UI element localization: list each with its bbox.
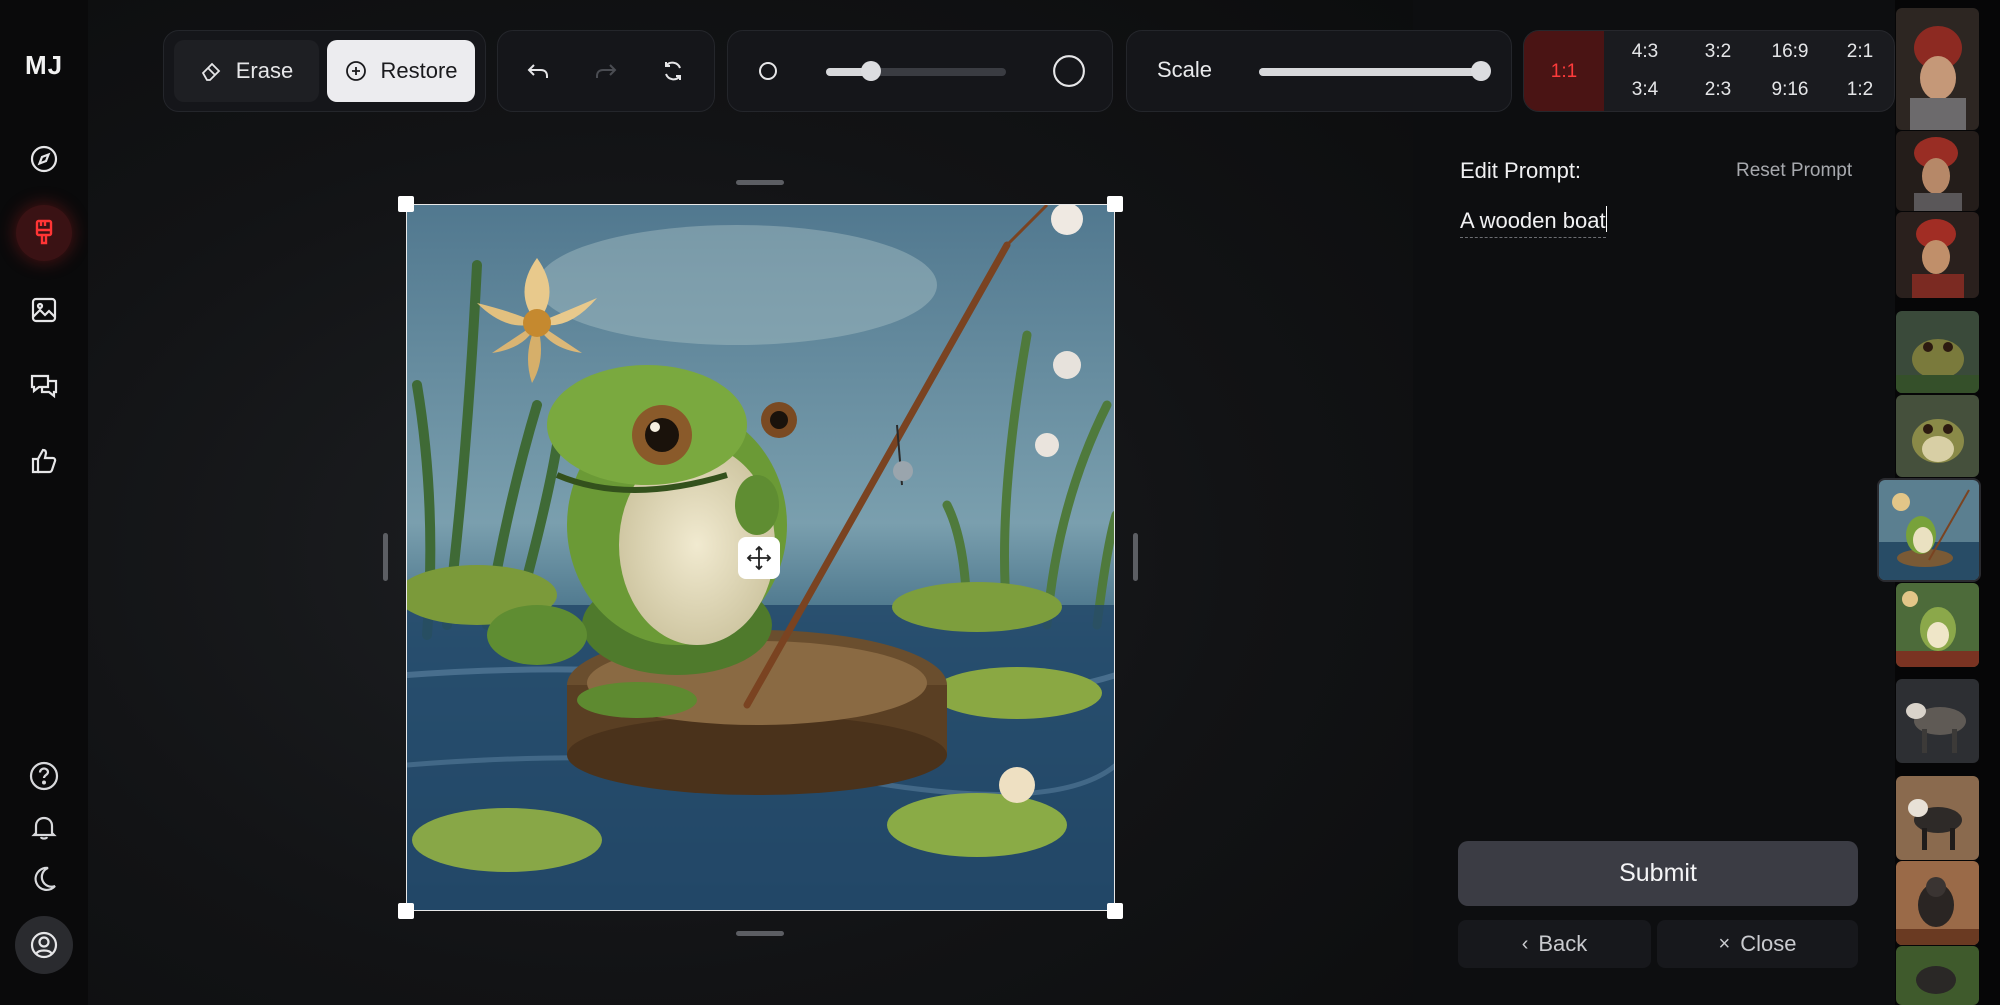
compass-icon[interactable] (22, 137, 66, 181)
history-strip (1879, 0, 2000, 1005)
history-thumbnail[interactable] (1896, 679, 1979, 763)
aspect-ratio-selector: 1:1 4:3 3:2 16:9 2:1 3:4 2:3 9:16 1:2 (1523, 30, 1895, 112)
prompt-input[interactable]: A wooden boat (1460, 206, 1860, 240)
text-caret (1605, 206, 1607, 232)
scale-control: Scale (1126, 30, 1512, 112)
history-thumbnail[interactable] (1896, 212, 1979, 298)
crop-handle-bottom-left[interactable] (398, 903, 414, 919)
bell-icon[interactable] (22, 805, 66, 849)
history-thumbnail-selected[interactable] (1879, 480, 1979, 580)
ratio-option[interactable]: 3:4 (1609, 79, 1681, 101)
brush-size-slider[interactable] (826, 61, 1006, 81)
history-thumbnail[interactable] (1896, 583, 1979, 667)
plus-circle-icon (346, 61, 367, 81)
back-button[interactable]: ‹ Back (1458, 920, 1651, 968)
ratio-option[interactable]: 1:2 (1824, 79, 1894, 101)
ratio-option[interactable]: 2:3 (1682, 79, 1754, 101)
mask-mode-toggle: Erase Restore (163, 30, 486, 112)
ratio-option[interactable]: 4:3 (1609, 41, 1681, 63)
app-logo[interactable]: MJ (0, 50, 88, 81)
ratio-option[interactable]: 3:2 (1682, 41, 1754, 63)
bottom-resize-bar[interactable] (736, 931, 784, 936)
ratio-option-selected[interactable]: 1:1 (1524, 31, 1604, 111)
chevron-left-icon: ‹ (1521, 932, 1529, 955)
brush-size-control (727, 30, 1113, 112)
history-thumbnail[interactable] (1896, 311, 1979, 393)
crop-handle-top-left[interactable] (398, 196, 414, 212)
image-icon[interactable] (22, 288, 66, 332)
edit-prompt-label: Edit Prompt: (1460, 158, 1582, 183)
restore-button[interactable]: Restore (327, 40, 475, 102)
reset-prompt-button[interactable]: Reset Prompt (1736, 160, 1852, 182)
prompt-value: A wooden boat (1460, 208, 1606, 238)
thumbs-up-icon[interactable] (22, 439, 66, 483)
scale-fill (1259, 68, 1481, 76)
close-button[interactable]: × Close (1657, 920, 1858, 968)
left-resize-bar[interactable] (383, 533, 388, 581)
eraser-icon (201, 62, 221, 81)
history-controls (497, 30, 715, 112)
ratio-option[interactable]: 2:1 (1824, 41, 1894, 63)
crop-handle-top-right[interactable] (1107, 196, 1123, 212)
sidebar: MJ (0, 0, 88, 1005)
history-thumbnail[interactable] (1896, 395, 1979, 477)
brush-icon[interactable] (16, 205, 72, 261)
crop-handle-bottom-right[interactable] (1107, 903, 1123, 919)
help-icon[interactable] (22, 754, 66, 798)
redo-icon[interactable] (586, 51, 626, 91)
user-circle-icon[interactable] (15, 916, 73, 974)
close-label: Close (1740, 931, 1797, 956)
erase-label: Erase (235, 58, 294, 83)
scale-label: Scale (1157, 57, 1213, 82)
move-icon[interactable] (738, 537, 780, 579)
reset-icon[interactable] (653, 51, 693, 91)
back-label: Back (1538, 931, 1588, 956)
erase-button[interactable]: Erase (174, 40, 319, 102)
close-icon: × (1718, 932, 1731, 955)
moon-icon[interactable] (22, 857, 66, 901)
scale-slider[interactable] (1259, 61, 1491, 81)
top-resize-bar[interactable] (736, 180, 784, 185)
large-brush-icon (1044, 51, 1094, 91)
submit-button[interactable]: Submit (1458, 841, 1858, 906)
restore-label: Restore (380, 58, 458, 83)
ratio-option[interactable]: 16:9 (1754, 41, 1826, 63)
ratio-option[interactable]: 9:16 (1754, 79, 1826, 101)
chat-icon[interactable] (22, 364, 66, 408)
history-thumbnail[interactable] (1896, 946, 1979, 1005)
scale-knob[interactable] (1471, 61, 1491, 81)
history-thumbnail[interactable] (1896, 8, 1979, 130)
undo-icon[interactable] (518, 51, 558, 91)
small-brush-icon (748, 51, 788, 91)
history-thumbnail[interactable] (1896, 131, 1979, 211)
right-resize-bar[interactable] (1133, 533, 1138, 581)
history-thumbnail[interactable] (1896, 861, 1979, 945)
history-thumbnail[interactable] (1896, 776, 1979, 860)
brush-size-knob[interactable] (861, 61, 881, 81)
